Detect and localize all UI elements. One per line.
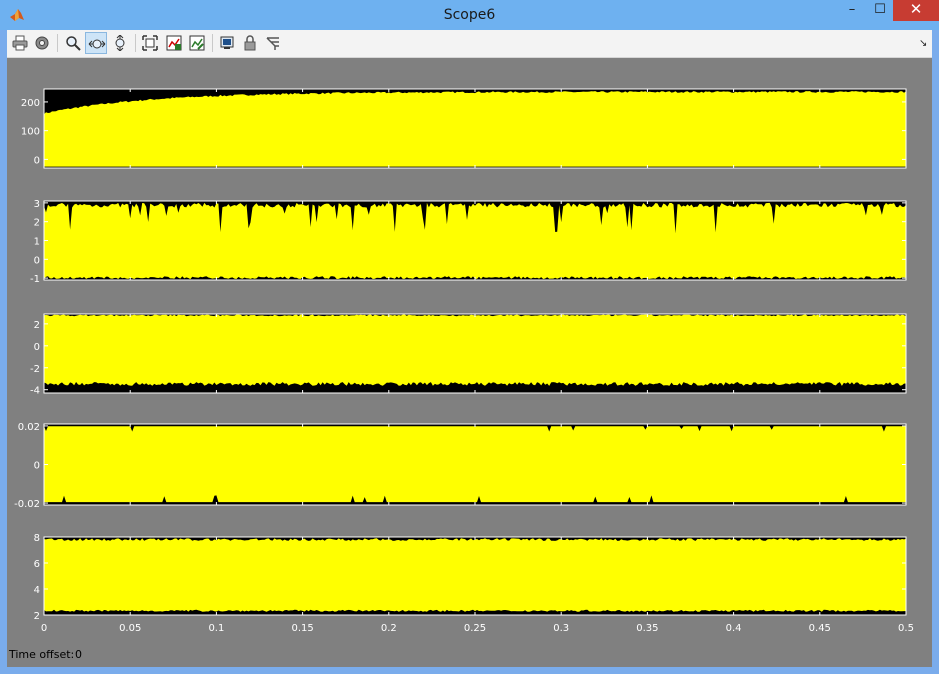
signal-trace-5: [44, 538, 906, 612]
y-tick-label: 2: [34, 320, 40, 331]
scope-window: Scope6 – ☐ ✕ ↘ 0 100 200 -1 0 1 2 3 -4 -…: [0, 0, 939, 674]
scope-plots: 0100200-10123-4-202-0.0200.0224680 0.05 0.…: [14, 88, 914, 634]
signal-trace-4: [44, 426, 906, 503]
y-tick-label: 8: [34, 533, 40, 544]
y-tick-label: 0: [34, 342, 40, 353]
scope-axes-1: 0 100 200: [21, 88, 907, 169]
x-tick-label: 0.15: [291, 623, 313, 634]
scope-axes-2: -1 0 1 2 3: [30, 199, 907, 285]
time-offset-label: Time offset:: [9, 648, 75, 661]
scope-axes-3: -4 -2 0 2: [30, 313, 907, 397]
x-tick-label: 0.05: [119, 623, 141, 634]
signal-trace-3: [44, 314, 906, 386]
x-tick-label: 0.2: [381, 623, 397, 634]
y-tick-label: 0.02: [18, 422, 40, 433]
x-tick-label: 0: [41, 623, 47, 634]
signal-trace-2: [44, 202, 906, 280]
y-tick-label: 0: [34, 461, 40, 472]
time-axis: 0 0.05 0.1 0.15 0.2 0.25 0.3 0.35 0.4 0.45 0.5: [41, 623, 914, 634]
scope-axes-5: 2 4 6 8: [34, 533, 907, 622]
y-tick-label: 0: [34, 255, 40, 266]
y-tick-label: 0: [34, 155, 40, 166]
scope-axes-4: -0.02 0 0.02: [14, 422, 907, 510]
x-tick-label: 0.1: [208, 623, 224, 634]
y-tick-label: 2: [34, 611, 40, 622]
y-tick-label: -4: [30, 386, 40, 397]
y-tick-label: 4: [34, 585, 40, 596]
signal-trace-1: [44, 91, 906, 167]
x-tick-label: 0.35: [636, 623, 658, 634]
y-tick-label: 6: [34, 559, 40, 570]
x-tick-label: 0.3: [553, 623, 569, 634]
y-tick-label: 2: [34, 218, 40, 229]
y-tick-label: -1: [30, 274, 40, 285]
y-tick-label: 200: [21, 98, 40, 109]
y-tick-label: -2: [30, 364, 40, 375]
y-tick-label: 3: [34, 199, 40, 210]
time-offset-value: 0: [75, 648, 82, 661]
x-tick-label: 0.5: [898, 623, 914, 634]
x-tick-label: 0.25: [464, 623, 486, 634]
x-tick-label: 0.4: [726, 623, 742, 634]
x-tick-label: 0.45: [809, 623, 831, 634]
y-tick-label: -0.02: [14, 499, 40, 510]
y-tick-label: 1: [34, 237, 40, 248]
y-tick-label: 100: [21, 127, 40, 138]
